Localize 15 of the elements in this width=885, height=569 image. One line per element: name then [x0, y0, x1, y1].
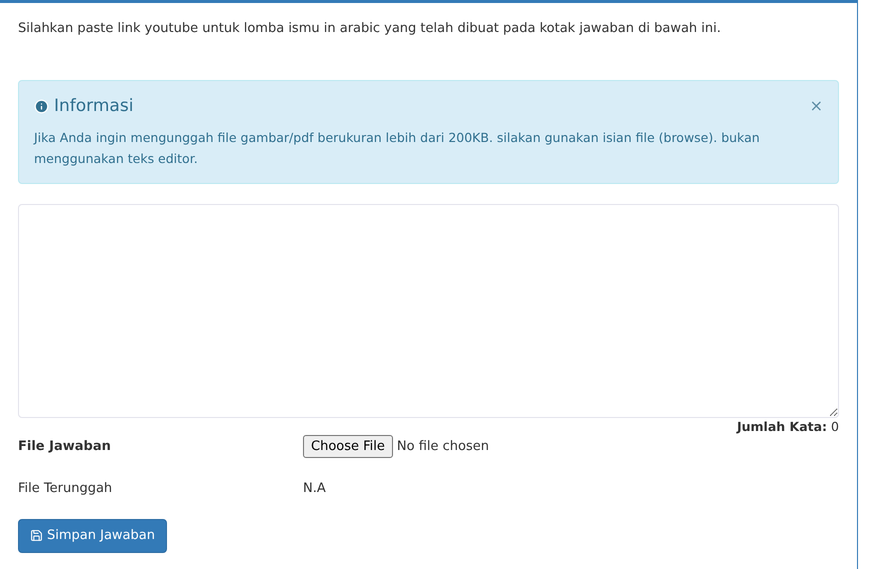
info-icon	[34, 98, 49, 114]
uploaded-value: N.A	[303, 480, 326, 498]
alert-title: Informasi	[54, 94, 134, 118]
answer-box[interactable]	[18, 204, 839, 418]
word-count-value: 0	[831, 418, 839, 436]
instruction-text: Silahkan paste link youtube untuk lomba ismu in arabic yang telah dibuat pada kotak jawaban di bawah ini.	[18, 20, 722, 38]
alert-message: Jika Anda ingin mengunggah file gambar/pdf berukuran lebih dari 200KB. silakan gunakan isian file (browse). bukan menggunakan teks editor.	[34, 129, 761, 168]
choose-file-button[interactable]: Choose File	[303, 434, 393, 458]
file-status: No file chosen	[396, 438, 489, 456]
file-label: File Jawaban	[18, 438, 112, 456]
close-button[interactable]: ×	[810, 98, 823, 114]
word-count-label: Jumlah Kata:	[736, 418, 828, 436]
save-answer-button[interactable]: Simpan Jawaban	[18, 518, 167, 553]
save-icon	[30, 529, 43, 542]
uploaded-label: File Terunggah	[18, 480, 114, 498]
